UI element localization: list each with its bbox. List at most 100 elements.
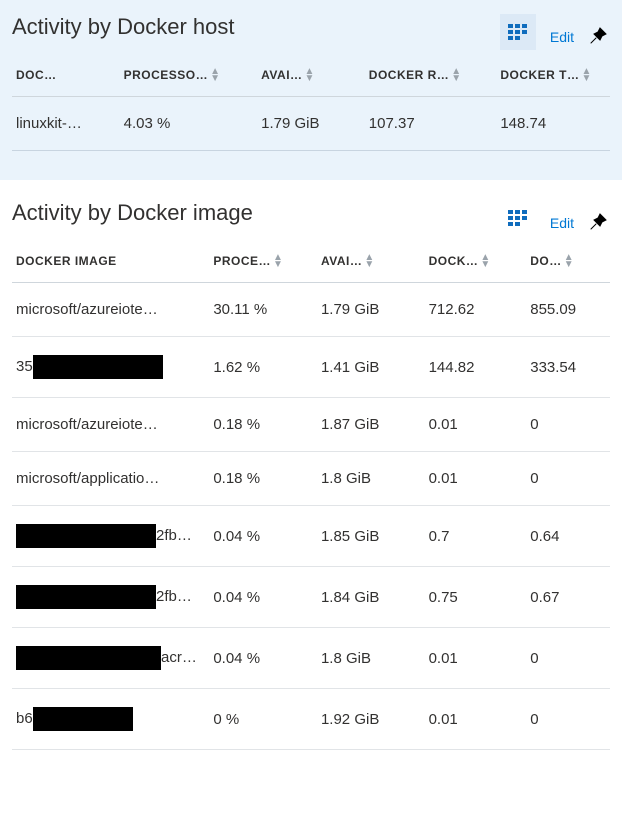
cell-d1: 0.7: [425, 506, 527, 567]
column-label: PROCESSO…: [124, 68, 209, 82]
cell-image-name: microsoft/azureiote…: [12, 398, 209, 452]
table-row[interactable]: acr…0.04 %1.8 GiB0.010: [12, 628, 610, 689]
sort-arrows-icon: ▲▼: [451, 68, 461, 82]
table-row[interactable]: microsoft/azureiote…0.18 %1.87 GiB0.010: [12, 398, 610, 452]
sort-arrows-icon: ▲▼: [210, 68, 220, 82]
host-table-header: DOC…PROCESSO…▲▼AVAI…▲▼DOCKER R…▲▼DOCKER …: [12, 60, 610, 97]
panel-header: Activity by Docker image Edit: [12, 200, 610, 246]
cell-d2: 0.64: [526, 506, 610, 567]
cell-image-name: acr…: [12, 628, 209, 689]
edit-link[interactable]: Edit: [544, 29, 580, 45]
edit-link[interactable]: Edit: [544, 215, 580, 231]
pin-button[interactable]: [588, 26, 610, 48]
cell-proc: 1.62 %: [209, 337, 317, 398]
column-label: DOC…: [16, 68, 57, 82]
cell-d2: 0: [526, 689, 610, 750]
column-label: DOCKER R…: [369, 68, 450, 82]
sort-arrows-icon: ▲▼: [273, 254, 283, 268]
pin-button[interactable]: [588, 212, 610, 234]
cell-d1: 144.82: [425, 337, 527, 398]
cell-d1: 0.01: [425, 689, 527, 750]
redacted-block: [33, 355, 163, 379]
redacted-block: [16, 646, 161, 670]
cell-d1: 0.01: [425, 398, 527, 452]
column-label: AVAI…: [321, 254, 362, 268]
panel-header: Activity by Docker host Edit: [12, 14, 610, 60]
cell-avail: 1.79 GiB: [317, 283, 425, 337]
column-label: PROCE…: [213, 254, 271, 268]
table-row[interactable]: 2fb…0.04 %1.85 GiB0.70.64: [12, 506, 610, 567]
column-header[interactable]: DOCKER T…▲▼: [496, 60, 610, 97]
table-row[interactable]: 2fb…0.04 %1.84 GiB0.750.67: [12, 567, 610, 628]
sort-arrows-icon: ▲▼: [305, 68, 315, 82]
cell-docker-r: 107.37: [365, 97, 497, 151]
tile-grid-icon: [508, 210, 528, 226]
column-header[interactable]: AVAI…▲▼: [317, 246, 425, 283]
panel-title: Activity by Docker image: [12, 200, 492, 246]
cell-avail: 1.92 GiB: [317, 689, 425, 750]
column-header[interactable]: PROCE…▲▼: [209, 246, 317, 283]
cell-image-name: 35: [12, 337, 209, 398]
table-row[interactable]: microsoft/azureiote…30.11 %1.79 GiB712.6…: [12, 283, 610, 337]
image-table: DOCKER IMAGEPROCE…▲▼AVAI…▲▼DOCK…▲▼DO…▲▼ …: [12, 246, 610, 750]
cell-d2: 0: [526, 452, 610, 506]
tile-view-button[interactable]: [500, 14, 536, 50]
cell-image-name: 2fb…: [12, 567, 209, 628]
sort-arrows-icon: ▲▼: [564, 254, 574, 268]
cell-avail: 1.41 GiB: [317, 337, 425, 398]
activity-image-panel: Activity by Docker image Edit: [0, 180, 622, 750]
column-label: DOCK…: [429, 254, 479, 268]
column-header[interactable]: DOC…: [12, 60, 120, 97]
cell-proc: 0.18 %: [209, 398, 317, 452]
redacted-block: [16, 524, 156, 548]
cell-avail: 1.85 GiB: [317, 506, 425, 567]
cell-d2: 855.09: [526, 283, 610, 337]
cell-image-name: 2fb…: [12, 506, 209, 567]
cell-d2: 0: [526, 628, 610, 689]
column-label: AVAI…: [261, 68, 302, 82]
cell-processor: 4.03 %: [120, 97, 258, 151]
column-label: DOCKER IMAGE: [16, 254, 117, 268]
column-header[interactable]: DOCK…▲▼: [425, 246, 527, 283]
cell-proc: 0.04 %: [209, 567, 317, 628]
table-row[interactable]: microsoft/applicatio…0.18 %1.8 GiB0.010: [12, 452, 610, 506]
cell-proc: 0.18 %: [209, 452, 317, 506]
table-row[interactable]: linuxkit-… 4.03 % 1.79 GiB 107.37 148.74: [12, 97, 610, 151]
column-header[interactable]: AVAI…▲▼: [257, 60, 365, 97]
cell-image-name: microsoft/applicatio…: [12, 452, 209, 506]
redacted-block: [16, 585, 156, 609]
cell-docker-t: 148.74: [496, 97, 610, 151]
cell-d1: 0.01: [425, 628, 527, 689]
redacted-block: [33, 707, 133, 731]
column-header[interactable]: DO…▲▼: [526, 246, 610, 283]
cell-d1: 0.75: [425, 567, 527, 628]
column-label: DO…: [530, 254, 562, 268]
panel-title: Activity by Docker host: [12, 14, 492, 60]
cell-avail: 1.8 GiB: [317, 452, 425, 506]
cell-avail: 1.8 GiB: [317, 628, 425, 689]
table-row[interactable]: b60 %1.92 GiB0.010: [12, 689, 610, 750]
cell-avail: 1.87 GiB: [317, 398, 425, 452]
column-header[interactable]: DOCKER R…▲▼: [365, 60, 497, 97]
cell-proc: 0 %: [209, 689, 317, 750]
column-header[interactable]: PROCESSO…▲▼: [120, 60, 258, 97]
host-table: DOC…PROCESSO…▲▼AVAI…▲▼DOCKER R…▲▼DOCKER …: [12, 60, 610, 179]
cell-d2: 333.54: [526, 337, 610, 398]
cell-d1: 712.62: [425, 283, 527, 337]
cell-avail: 1.84 GiB: [317, 567, 425, 628]
cell-available: 1.79 GiB: [257, 97, 365, 151]
column-label: DOCKER T…: [500, 68, 579, 82]
activity-host-panel: Activity by Docker host Edit: [0, 0, 622, 180]
cell-proc: 30.11 %: [209, 283, 317, 337]
image-table-header: DOCKER IMAGEPROCE…▲▼AVAI…▲▼DOCK…▲▼DO…▲▼: [12, 246, 610, 283]
table-row[interactable]: 351.62 %1.41 GiB144.82333.54: [12, 337, 610, 398]
sort-arrows-icon: ▲▼: [480, 254, 490, 268]
column-header[interactable]: DOCKER IMAGE: [12, 246, 209, 283]
cell-name: linuxkit-…: [12, 97, 120, 151]
cell-d1: 0.01: [425, 452, 527, 506]
cell-proc: 0.04 %: [209, 506, 317, 567]
tile-view-button[interactable]: [500, 200, 536, 236]
cell-image-name: b6: [12, 689, 209, 750]
sort-arrows-icon: ▲▼: [582, 68, 592, 82]
sort-arrows-icon: ▲▼: [364, 254, 374, 268]
